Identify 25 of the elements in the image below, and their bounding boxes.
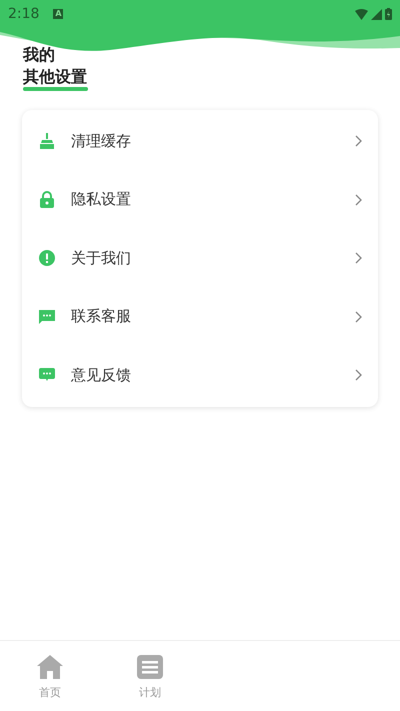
- status-time: 2:18: [8, 6, 40, 22]
- message-icon: [39, 367, 55, 384]
- battery-icon: [385, 8, 392, 20]
- wifi-icon: [355, 8, 368, 20]
- info-icon: [39, 250, 55, 266]
- page-title: 我的: [23, 44, 55, 66]
- chevron-icon: [355, 194, 362, 206]
- chevron-icon: [355, 310, 362, 323]
- menu-item[interactable]: 清理缓存: [22, 112, 378, 170]
- list-icon: [137, 655, 163, 679]
- section-title: 其他设置: [23, 67, 87, 86]
- menu-item[interactable]: 隐私设置: [22, 170, 378, 229]
- notification-icon: A: [53, 9, 64, 19]
- signal-icon: [371, 8, 382, 20]
- chat-icon: [39, 308, 55, 325]
- broom-icon: [39, 133, 55, 150]
- chevron-icon: [355, 135, 362, 148]
- menu-item[interactable]: 联系客服: [22, 288, 378, 346]
- chevron-icon: [355, 369, 362, 382]
- chevron-icon: [355, 252, 362, 264]
- menu-item[interactable]: 关于我们: [22, 229, 378, 288]
- home-icon: [37, 655, 63, 679]
- menu-item[interactable]: 意见反馈: [22, 346, 378, 404]
- title-underline: [23, 87, 88, 91]
- lock-icon: [39, 191, 55, 208]
